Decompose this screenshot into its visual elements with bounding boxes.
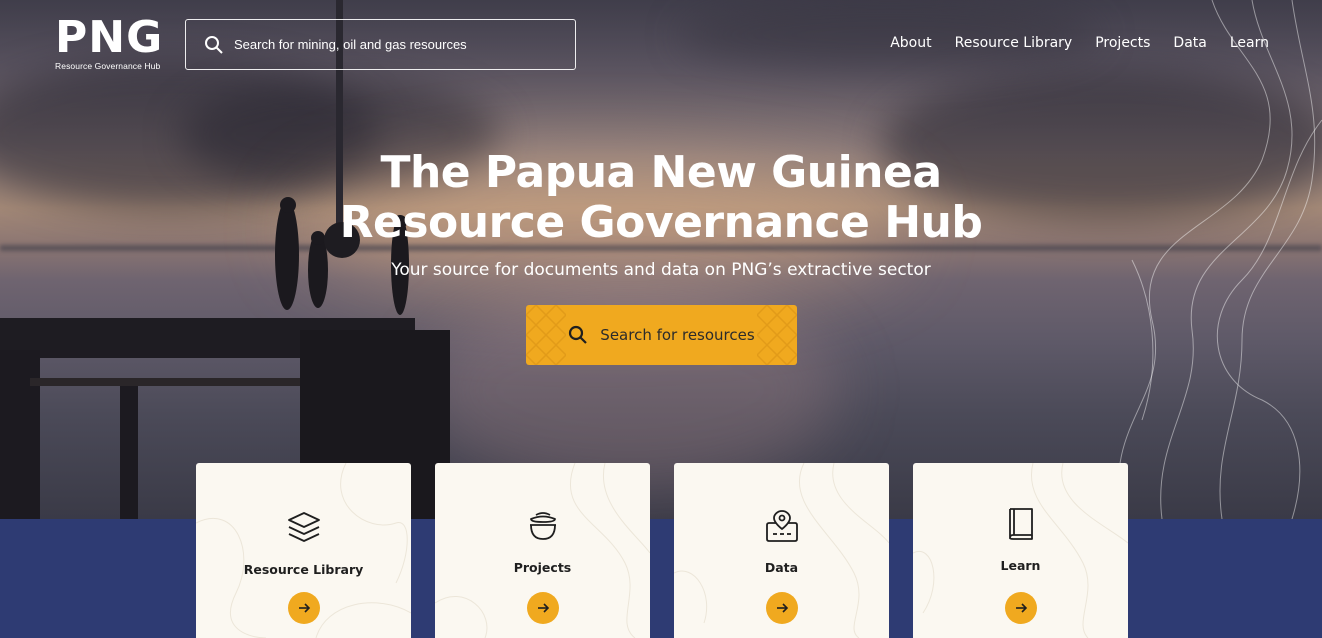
search-icon: [569, 325, 588, 344]
site-logo[interactable]: PNG Resource Governance Hub: [55, 12, 164, 72]
hero-title-line-2: Resource Governance Hub: [339, 197, 983, 248]
card-arrow-button[interactable]: [287, 592, 320, 624]
card-data[interactable]: Data: [674, 463, 889, 638]
cta-pattern-right: [757, 305, 797, 365]
card-label: Learn: [1000, 558, 1041, 573]
hero-title: The Papua New Guinea Resource Governance…: [0, 148, 1322, 248]
book-icon: [1008, 508, 1033, 540]
nav-projects[interactable]: Projects: [1095, 35, 1150, 51]
pot-icon: [529, 512, 556, 540]
layers-icon: [287, 512, 320, 542]
card-arrow-button[interactable]: [1004, 592, 1037, 624]
site-header: PNG Resource Governance Hub About Resour…: [0, 0, 1322, 90]
header-search-input[interactable]: [234, 37, 564, 52]
card-projects[interactable]: Projects: [435, 463, 650, 638]
card-label: Resource Library: [243, 562, 364, 577]
main-nav: About Resource Library Projects Data Lea…: [867, 35, 1269, 51]
arrow-right-icon: [537, 603, 549, 613]
header-search-bar[interactable]: [185, 19, 576, 70]
card-label: Data: [764, 560, 799, 575]
arrow-right-icon: [1015, 603, 1027, 613]
card-arrow-button[interactable]: [765, 592, 798, 624]
map-pin-icon: [765, 510, 798, 542]
nav-data[interactable]: Data: [1173, 35, 1206, 51]
card-arrow-button[interactable]: [526, 592, 559, 624]
arrow-right-icon: [298, 603, 310, 613]
search-icon: [205, 35, 223, 54]
card-learn[interactable]: Learn: [913, 463, 1128, 638]
cta-pattern-left: [526, 305, 566, 365]
logo-wordmark: PNG: [55, 12, 164, 63]
cta-label: Search for resources: [600, 326, 755, 344]
hero-subtitle: Your source for documents and data on PN…: [391, 260, 931, 280]
search-resources-button[interactable]: Search for resources: [526, 305, 797, 365]
nav-about[interactable]: About: [890, 35, 931, 51]
hero-title-line-1: The Papua New Guinea: [380, 147, 942, 198]
card-label: Projects: [513, 560, 572, 575]
arrow-right-icon: [776, 603, 788, 613]
nav-resource-library[interactable]: Resource Library: [955, 35, 1073, 51]
card-resource-library[interactable]: Resource Library: [196, 463, 411, 638]
logo-tagline: Resource Governance Hub: [55, 61, 161, 71]
nav-learn[interactable]: Learn: [1230, 35, 1269, 51]
